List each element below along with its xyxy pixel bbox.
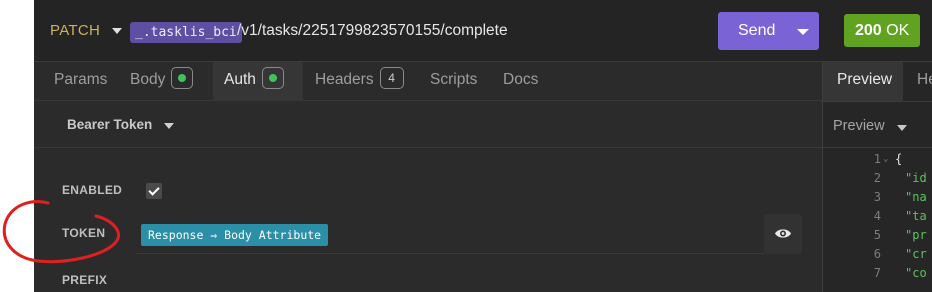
preview-mode-label: Preview <box>833 118 885 134</box>
auth-type-label: Bearer Token <box>67 117 153 132</box>
tab-scripts[interactable]: Scripts <box>430 62 477 101</box>
eye-icon <box>775 229 791 238</box>
tab-preview[interactable]: Preview <box>823 62 903 101</box>
environment-variable-tag[interactable]: _.tasklis_bci <box>130 22 242 43</box>
token-label: TOKEN <box>62 226 106 240</box>
tab-docs[interactable]: Docs <box>503 62 538 101</box>
line-number: 2 <box>873 171 881 185</box>
line-number: 1 <box>873 152 881 166</box>
insomnia-window: PATCH _.tasklis_bci /v1/tasks/2251799823… <box>34 0 932 292</box>
code-line: 4 "ta <box>823 209 932 228</box>
chevron-down-icon[interactable] <box>897 125 907 131</box>
method-selector[interactable]: PATCH <box>50 22 100 39</box>
headers-count-badge: 4 <box>379 67 404 90</box>
show-token-button[interactable] <box>764 214 802 254</box>
tab-label: Params <box>54 71 108 88</box>
code-text: "cr <box>905 247 927 261</box>
line-number: 4 <box>873 209 881 223</box>
response-tag-chip[interactable]: Response ⇒ Body Attribute <box>141 224 329 246</box>
line-number: 3 <box>873 190 881 204</box>
fold-arrow-icon[interactable]: ⌄ <box>883 154 888 164</box>
code-text: "ta <box>905 209 927 223</box>
tab-body[interactable]: Body <box>130 62 194 101</box>
tab-params[interactable]: Params <box>54 62 107 101</box>
tab-label: Body <box>130 71 166 88</box>
code-line: 2 "id <box>823 171 932 190</box>
chevron-down-icon[interactable] <box>164 123 174 129</box>
response-panel: Preview He Preview 1 ⌄ { 2 "id 3 "na 4 "… <box>822 62 932 292</box>
request-tabs: Params Body Auth Headers 4 Scripts Docs <box>34 62 822 101</box>
code-text: "co <box>905 266 927 280</box>
line-number: 5 <box>873 228 881 242</box>
tab-headers-response[interactable]: He <box>917 62 932 101</box>
code-line: 6 "cr <box>823 247 932 266</box>
auth-type-selector[interactable]: Bearer Token <box>34 101 822 148</box>
url-bar: PATCH _.tasklis_bci /v1/tasks/2251799823… <box>34 0 932 62</box>
chevron-down-icon[interactable] <box>112 28 122 34</box>
status-badge: 200 OK <box>844 14 920 47</box>
code-text: "na <box>905 190 927 204</box>
active-dot-icon <box>171 67 194 90</box>
code-text: { <box>895 152 903 166</box>
code-line: 7 "co <box>823 266 932 285</box>
send-button[interactable]: Send <box>718 12 819 50</box>
tab-label: He <box>917 71 932 88</box>
code-text: "id <box>905 171 927 185</box>
code-text: "pr <box>905 228 927 242</box>
send-label: Send <box>738 22 776 39</box>
send-dropdown-icon[interactable] <box>797 29 809 35</box>
tab-label: Scripts <box>430 71 478 88</box>
status-text: OK <box>886 22 910 39</box>
code-line: 3 "na <box>823 190 932 209</box>
tab-headers[interactable]: Headers 4 <box>315 62 404 101</box>
url-input[interactable]: /v1/tasks/2251799823570155/complete <box>237 22 508 40</box>
line-number: 6 <box>873 247 881 261</box>
enabled-label: ENABLED <box>62 183 123 197</box>
tab-label: Headers <box>315 71 374 88</box>
status-code: 200 <box>855 22 882 39</box>
enabled-checkbox[interactable] <box>146 183 162 199</box>
active-dot-icon <box>261 67 284 90</box>
tab-auth[interactable]: Auth <box>213 62 303 101</box>
prefix-label: PREFIX <box>62 273 108 287</box>
tab-label: Preview <box>837 71 893 88</box>
code-line: 5 "pr <box>823 228 932 247</box>
line-number: 7 <box>873 266 881 280</box>
tab-label: Docs <box>503 71 539 88</box>
tab-label: Auth <box>224 71 256 88</box>
preview-mode-selector[interactable]: Preview <box>823 101 932 148</box>
code-line: 1 ⌄ { <box>823 152 932 171</box>
token-input[interactable]: Response ⇒ Body Attribute <box>136 214 764 254</box>
